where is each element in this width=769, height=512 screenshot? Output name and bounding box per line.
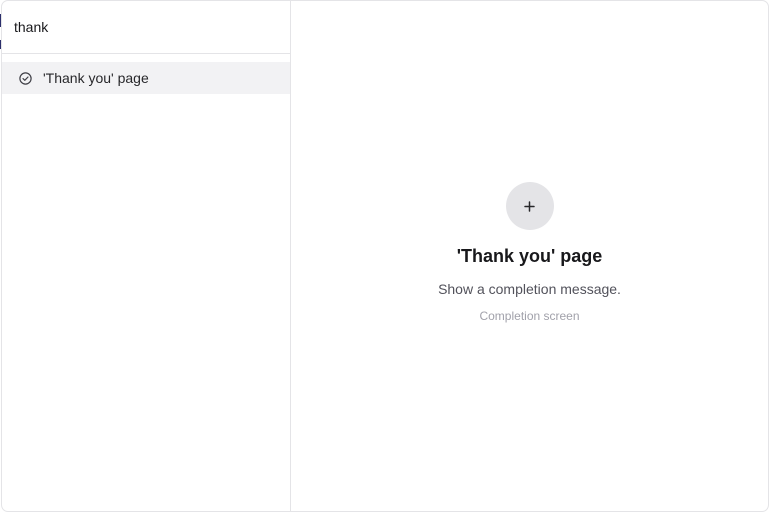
add-block-button[interactable] xyxy=(505,182,554,230)
result-item-label: 'Thank you' page xyxy=(43,70,149,86)
detail-preview: 'Thank you' page Show a completion messa… xyxy=(291,182,768,324)
detail-pane: 'Thank you' page Show a completion messa… xyxy=(291,1,768,511)
results-list: 'Thank you' page xyxy=(2,54,290,94)
result-item-thank-you-page[interactable]: 'Thank you' page xyxy=(2,62,290,94)
detail-category: Completion screen xyxy=(479,309,580,323)
block-picker-dialog: 'Thank you' page 'Thank you' page Show a… xyxy=(1,0,769,512)
results-pane: 'Thank you' page xyxy=(2,1,291,511)
detail-description: Show a completion message. xyxy=(438,281,621,297)
plus-icon xyxy=(524,200,535,212)
search-bar xyxy=(2,1,290,54)
search-input[interactable] xyxy=(14,16,290,38)
detail-title: 'Thank you' page xyxy=(456,246,603,266)
check-circle-icon xyxy=(18,71,32,85)
